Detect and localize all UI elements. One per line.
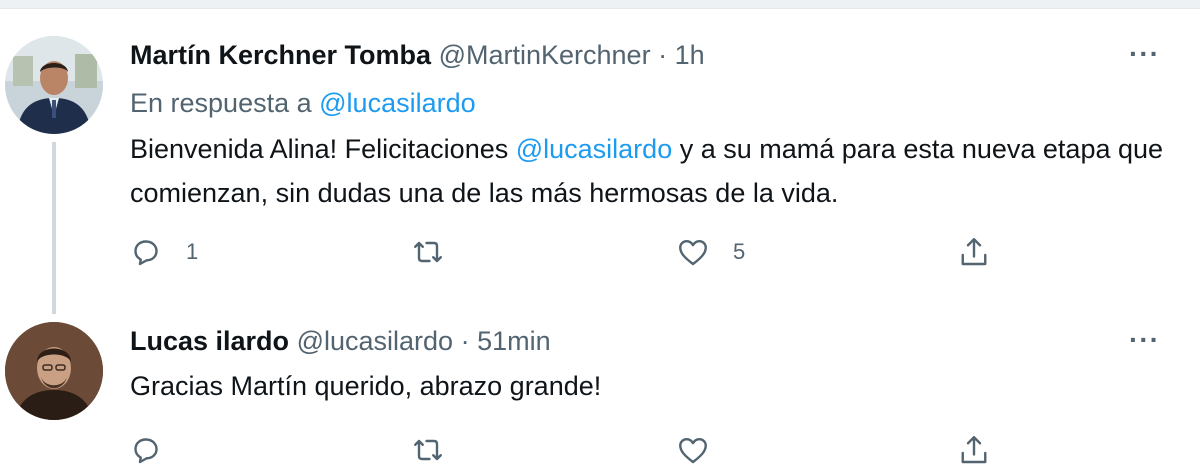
timestamp[interactable]: 51min [477, 326, 551, 356]
avatar-image [5, 36, 103, 134]
share-icon [961, 238, 987, 266]
retweet-button[interactable] [410, 432, 446, 468]
retweet-icon [414, 439, 442, 461]
tweet-header: Martín Kerchner Tomba @MartinKerchner · … [130, 40, 705, 71]
reply-button[interactable]: 1 [128, 234, 198, 270]
separator-dot: · [460, 326, 470, 356]
like-button[interactable]: 5 [675, 234, 745, 270]
like-count: 5 [733, 239, 746, 264]
author-handle[interactable]: @lucasilardo [297, 326, 453, 356]
like-icon [679, 240, 707, 266]
share-icon [961, 436, 987, 464]
author-name[interactable]: Martín Kerchner Tomba [130, 40, 431, 70]
tweet-actions [0, 432, 1200, 472]
share-button[interactable] [956, 432, 992, 468]
avatar-martin[interactable] [5, 36, 103, 134]
share-button[interactable] [956, 234, 992, 270]
tweet-header: Lucas ilardo @lucasilardo · 51min [130, 326, 551, 357]
reply-button[interactable] [128, 432, 164, 468]
reply-prefix: En respuesta a [130, 88, 312, 118]
reply-count: 1 [186, 239, 199, 264]
tweet-actions: 1 5 [0, 234, 1200, 274]
top-divider [0, 0, 1200, 9]
retweet-button[interactable] [410, 234, 468, 270]
reply-context: En respuesta a @lucasilardo [130, 88, 476, 119]
tweet-text: Bienvenida Alina! Felicitaciones @lucasi… [130, 127, 1170, 215]
separator-dot: · [658, 40, 668, 70]
author-handle[interactable]: @MartinKerchner [439, 40, 651, 70]
avatar-lucas[interactable] [5, 322, 103, 420]
reply-icon [134, 240, 158, 266]
more-icon[interactable]: ··· [1129, 38, 1160, 70]
retweet-icon [414, 241, 442, 263]
like-icon [679, 438, 707, 464]
tweet-text-part1: Bienvenida Alina! Felicitaciones [130, 134, 516, 164]
thread-connector [52, 142, 56, 314]
like-button[interactable] [675, 432, 711, 468]
tweet-thread: Martín Kerchner Tomba @MartinKerchner · … [0, 0, 1200, 464]
reply-mention-link[interactable]: @lucasilardo [319, 88, 475, 118]
author-name[interactable]: Lucas ilardo [130, 326, 289, 356]
tweet-text: Gracias Martín querido, abrazo grande! [130, 371, 602, 401]
tweet-mention-link[interactable]: @lucasilardo [516, 134, 672, 164]
timestamp[interactable]: 1h [675, 40, 705, 70]
avatar-image [5, 322, 103, 420]
reply-icon [134, 438, 158, 464]
more-icon[interactable]: ··· [1129, 324, 1160, 356]
